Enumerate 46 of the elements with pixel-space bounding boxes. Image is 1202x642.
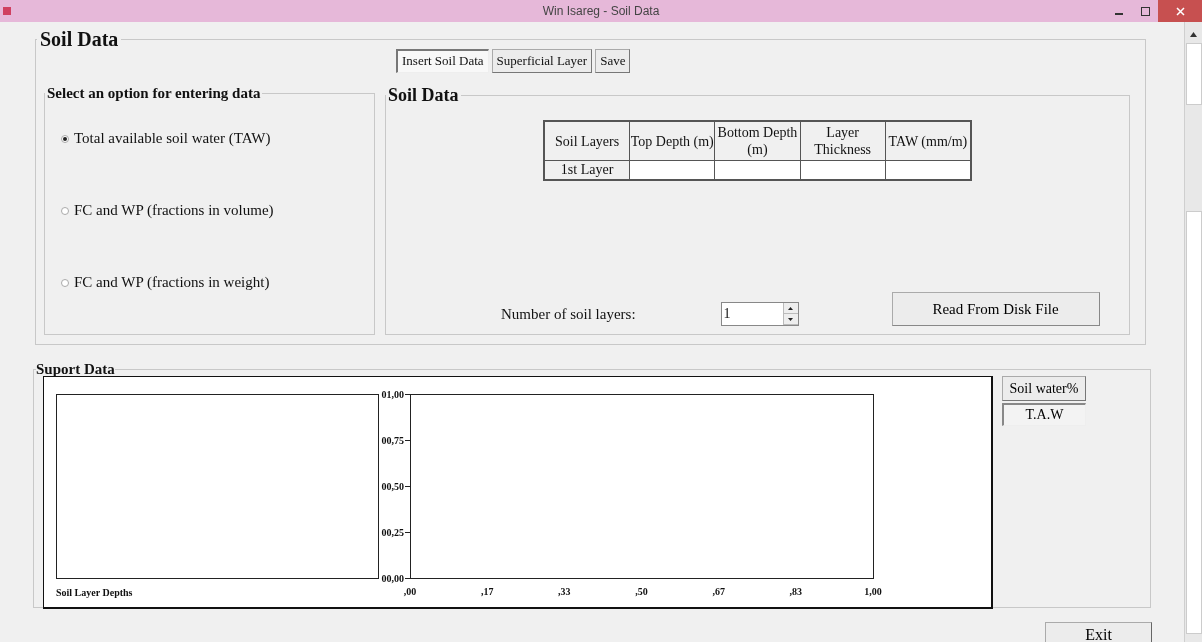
axis-tick-label: 01,00 <box>381 388 404 400</box>
column-header: Bottom Depth (m) <box>714 121 801 161</box>
axis-tick-label: ,67 <box>712 586 725 597</box>
axis-tick-label: ,83 <box>789 586 803 597</box>
radio-button[interactable] <box>61 278 69 287</box>
tab[interactable]: Save <box>595 49 631 73</box>
panel-title: Soil Data <box>387 85 460 106</box>
axis-tick-label: ,50 <box>635 586 648 597</box>
spin-up-icon[interactable] <box>783 303 798 314</box>
radio-button[interactable] <box>61 206 69 215</box>
column-header: TAW (mm/m) <box>885 121 971 161</box>
layers-label: Number of soil layers: <box>501 306 636 323</box>
spin-down-icon[interactable] <box>783 314 798 325</box>
tab[interactable]: Superficial Layer <box>491 49 593 73</box>
axis-tick-label: ,33 <box>558 586 571 597</box>
panel-title: Suport Data <box>36 362 115 376</box>
view-toggle-button[interactable]: Soil water% <box>1002 376 1086 401</box>
axis-tick-label: 00,50 <box>381 480 404 492</box>
panel-title: Soil Data <box>39 28 120 51</box>
column-header: Top Depth (m) <box>629 121 715 161</box>
column-header: Layer Thickness <box>800 121 886 161</box>
panel-title: Select an option for entering data <box>46 85 262 102</box>
row-header: 1st Layer <box>544 160 630 180</box>
read-file-button[interactable]: Read From Disk File <box>891 292 1100 326</box>
radio-button[interactable] <box>61 134 69 143</box>
app-icon <box>3 7 11 15</box>
axis-tick-label: 00,25 <box>381 526 404 538</box>
radio-label[interactable]: Total available soil water (TAW) <box>74 130 271 147</box>
view-toggle-button[interactable]: T.A.W <box>1002 403 1086 426</box>
radio-label[interactable]: FC and WP (fractions in volume) <box>74 202 274 219</box>
axis-tick-label: ,17 <box>480 586 494 597</box>
depth-label: Soil Layer Depths <box>56 587 133 598</box>
tab[interactable]: Insert Soil Data <box>396 49 489 73</box>
axis-tick-label: 00,75 <box>381 434 404 446</box>
axis-tick-label: 00,00 <box>381 572 404 584</box>
scroll-up-icon[interactable] <box>1190 32 1197 37</box>
axis-tick-label: 1,00 <box>864 586 882 597</box>
window-title: Win Isareg - Soil Data <box>542 4 660 18</box>
close-icon[interactable] <box>1175 6 1185 16</box>
layers-spinner[interactable]: 1 <box>720 302 799 326</box>
scrollbar[interactable] <box>1184 22 1202 642</box>
maximize-icon[interactable] <box>1140 6 1150 16</box>
axis-tick-label: ,00 <box>403 586 417 597</box>
radio-label[interactable]: FC and WP (fractions in weight) <box>74 274 270 291</box>
column-header: Soil Layers <box>544 121 630 161</box>
exit-button[interactable]: Exit <box>1045 622 1152 642</box>
